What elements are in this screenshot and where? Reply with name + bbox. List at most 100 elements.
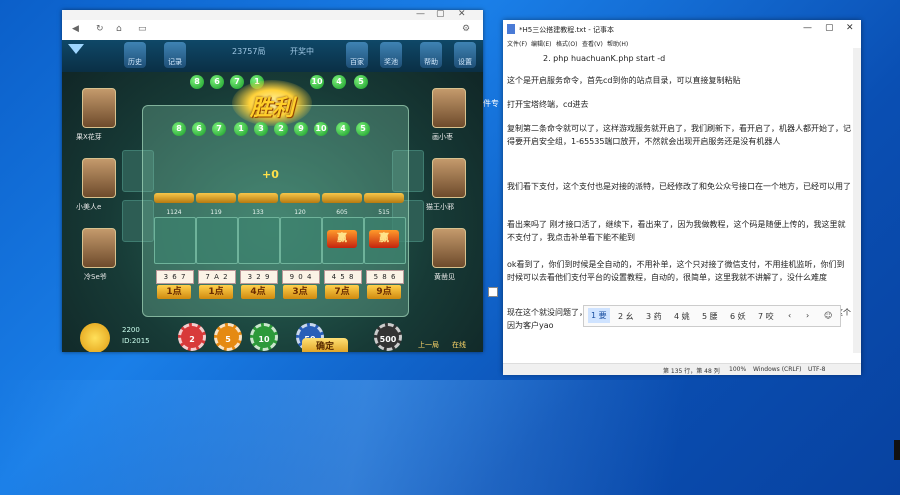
baccarat-button[interactable]: 百家 — [346, 42, 368, 68]
history-ball: 8 — [190, 75, 204, 89]
notepad-menubar: 文件(F) 编辑(E) 格式(O) 查看(V) 帮助(H) — [503, 38, 861, 48]
bet-slot[interactable] — [280, 217, 322, 264]
chip-5[interactable]: 5 — [214, 323, 242, 351]
win-banner: 胜利 — [222, 80, 322, 126]
column-value: 119 — [210, 209, 222, 216]
win-badge: 赢 — [369, 230, 399, 248]
ime-emoji-icon[interactable]: ☺ — [824, 311, 832, 320]
history-button[interactable]: 历史 — [124, 42, 146, 68]
hand-points: 1点 — [199, 285, 233, 299]
card-hand: 7 A 2 — [198, 270, 236, 284]
ime-candidate-bar[interactable]: 1 要 2 幺 3 药 4 姚 5 腰 6 妖 7 咬 ‹ › ☺ — [583, 305, 841, 327]
self-info: 2200 ID:2015 — [122, 325, 150, 347]
player-avatar-left-3[interactable] — [82, 228, 116, 268]
game-canvas[interactable]: 历史 记录 23757局 开奖中 百家 奖池 帮助 设置 8 6 7 1 10 … — [62, 40, 483, 352]
back-icon[interactable]: ◀ — [72, 24, 79, 34]
column-value: 515 — [378, 209, 390, 216]
close-icon[interactable]: ✕ — [846, 23, 854, 33]
ime-candidate[interactable]: 6 妖 — [730, 311, 746, 322]
settings-icon[interactable]: ⚙ — [462, 24, 470, 34]
cursor-position: 第 135 行，第 48 列 — [663, 368, 720, 375]
panel-history-ball: 2 — [274, 122, 288, 136]
player-avatar-left-1[interactable] — [82, 88, 116, 128]
panel-history-ball: 9 — [294, 122, 308, 136]
previous-round-button[interactable]: 上一局 — [418, 340, 439, 350]
player-name: 小美人e — [76, 203, 102, 211]
player-avatar-right-2[interactable] — [432, 158, 466, 198]
panel-history-ball: 7 — [212, 122, 226, 136]
ime-candidate[interactable]: 2 幺 — [618, 311, 634, 322]
self-id: ID:2015 — [122, 337, 150, 345]
column-header — [364, 193, 404, 203]
bet-slot[interactable] — [196, 217, 238, 264]
player-name: 猫王小邪 — [426, 203, 454, 211]
card-hand: 5 8 6 — [366, 270, 404, 284]
menu-format[interactable]: 格式(O) — [556, 39, 577, 48]
hand-points: 7点 — [325, 285, 359, 299]
game-topbar: 历史 记录 23757局 开奖中 百家 奖池 帮助 设置 — [62, 40, 483, 72]
ime-candidate[interactable]: 4 姚 — [674, 311, 690, 322]
ime-candidate[interactable]: 3 药 — [646, 311, 662, 322]
close-icon[interactable]: ✕ — [458, 9, 466, 19]
chip-500[interactable]: 500 — [374, 323, 402, 351]
browser-toolbar: ◀ ↻ ⌂ ▭ ⚙ — [62, 20, 483, 41]
menu-arrow-icon[interactable] — [68, 44, 84, 54]
player-name: 画小枣 — [432, 133, 453, 141]
notepad-statusbar: 第 135 行，第 48 列 100% Windows (CRLF) UTF-8 — [503, 363, 861, 375]
panel-history-ball: 6 — [192, 122, 206, 136]
menu-view[interactable]: 查看(V) — [582, 39, 603, 48]
reload-icon[interactable]: ↻ — [96, 24, 104, 34]
column-header — [280, 193, 320, 203]
desktop-edge-tab — [894, 440, 900, 460]
text-line: ok看到了，你们到时候是全自动的，不用补单，这个只对接了微信支付，不用挂机监听，… — [507, 260, 845, 282]
home-icon[interactable]: ⌂ — [116, 24, 122, 34]
ime-candidate[interactable]: 5 腰 — [702, 311, 718, 322]
vertical-scrollbar[interactable] — [853, 48, 861, 353]
online-button[interactable]: 在线 — [452, 340, 466, 350]
card-hand: 3 2 9 — [240, 270, 278, 284]
chip-10[interactable]: 10 — [250, 323, 278, 351]
minimize-icon[interactable]: — — [416, 9, 425, 19]
chip-2[interactable]: 2 — [178, 323, 206, 351]
maximize-icon[interactable]: ▢ — [825, 23, 834, 33]
notepad-icon — [507, 24, 515, 34]
confirm-button[interactable]: 确定 — [302, 338, 348, 352]
menu-file[interactable]: 文件(F) — [507, 39, 527, 48]
desktop-file-icon[interactable] — [488, 287, 498, 297]
player-avatar-right-3[interactable] — [432, 228, 466, 268]
panel-history-ball: 1 — [234, 122, 248, 136]
history-ball: 4 — [332, 75, 346, 89]
panel-history-ball: 5 — [356, 122, 370, 136]
bet-slot[interactable] — [154, 217, 196, 264]
line-ending: Windows (CRLF) — [753, 366, 802, 373]
ime-candidate[interactable]: 7 咬 — [758, 311, 774, 322]
self-avatar[interactable] — [80, 323, 110, 352]
minimize-icon[interactable]: — — [803, 23, 812, 33]
column-header — [154, 193, 194, 203]
player-name: 果X花芽 — [76, 133, 102, 141]
card-hand: 9 0 4 — [282, 270, 320, 284]
text-line: 2. php huachuanK.php start -d — [543, 54, 666, 63]
bet-slot[interactable] — [238, 217, 280, 264]
browser-titlebar: — ▢ ✕ — [62, 9, 483, 20]
text-line: 看出来吗了 刚才接口活了，继续下，看出来了，因为我做教程，这个码是随便上传的，我… — [507, 220, 846, 242]
menu-help[interactable]: 帮助(H) — [607, 39, 628, 48]
card-hand: 4 5 8 — [324, 270, 362, 284]
settings-button[interactable]: 设置 — [454, 42, 476, 68]
player-avatar-right-1[interactable] — [432, 88, 466, 128]
hand-points: 3点 — [283, 285, 317, 299]
ime-next-icon[interactable]: › — [806, 311, 809, 320]
panel-history-ball: 10 — [314, 122, 328, 136]
ime-prev-icon[interactable]: ‹ — [788, 311, 791, 320]
pool-button[interactable]: 奖池 — [380, 42, 402, 68]
help-button[interactable]: 帮助 — [420, 42, 442, 68]
menu-edit[interactable]: 编辑(E) — [531, 39, 551, 48]
column-value: 605 — [336, 209, 348, 216]
column-header — [196, 193, 236, 203]
player-avatar-left-2[interactable] — [82, 158, 116, 198]
record-button[interactable]: 记录 — [164, 42, 186, 68]
maximize-icon[interactable]: ▢ — [436, 9, 445, 19]
ime-candidate[interactable]: 1 要 — [588, 308, 610, 323]
tab-icon[interactable]: ▭ — [138, 24, 147, 34]
zoom-level: 100% — [729, 366, 747, 373]
